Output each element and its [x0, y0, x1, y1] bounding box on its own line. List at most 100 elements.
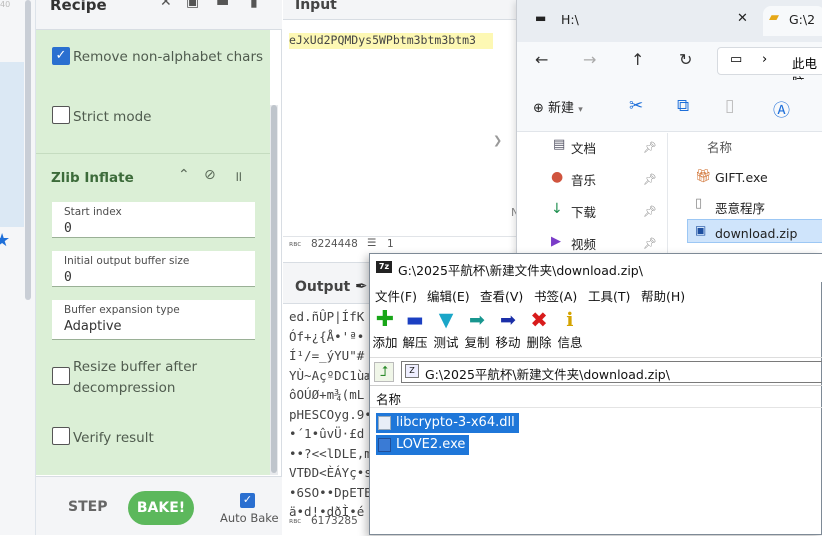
7zip-row-love2[interactable]: LOVE2.exe: [376, 435, 470, 455]
info-button[interactable]: ℹ 信息: [555, 308, 585, 351]
7zip-path-input[interactable]: Z G:\2025平航杯\新建文件夹\download.zip\: [401, 361, 822, 383]
move-button[interactable]: ➡ 移动: [493, 308, 523, 351]
extract-button[interactable]: ▬ 解压: [400, 308, 430, 351]
7zip-path-text: G:\2025平航杯\新建文件夹\download.zip\: [425, 367, 670, 382]
corner-number: 40: [0, 0, 11, 9]
7zip-path-bar: ⮥ Z G:\2025平航杯\新建文件夹\download.zip\: [370, 357, 822, 385]
close-icon[interactable]: ✕: [737, 11, 748, 26]
scrollbar[interactable]: [25, 0, 31, 300]
background-app-strip: 40 ★: [0, 0, 36, 535]
initial-buffer-field[interactable]: Initial output buffer size 0: [52, 251, 255, 287]
copy-icon[interactable]: ⧉: [677, 96, 689, 116]
length-icon: ʀʙᴄ: [289, 240, 302, 248]
explorer-address-bar[interactable]: ▭ › 此电脑: [717, 47, 822, 90]
music-icon: ●: [551, 169, 564, 185]
up-folder-icon[interactable]: ⮥: [374, 362, 394, 382]
buffer-expansion-value[interactable]: Adaptive: [64, 319, 122, 334]
paste-icon[interactable]: ▯: [725, 96, 734, 116]
recipe-scrollbar[interactable]: [270, 105, 278, 475]
recipe-scroll-thumb[interactable]: [271, 105, 277, 473]
nav-item-music[interactable]: 音乐: [571, 170, 596, 189]
cut-icon[interactable]: ✂: [629, 96, 643, 116]
input-lines: 1: [387, 238, 394, 250]
7zip-menu-bar: 文件(F) 编辑(E) 查看(V) 书签(A) 工具(T) 帮助(H): [370, 282, 822, 306]
disable-icon[interactable]: ⊘: [204, 167, 216, 183]
strict-mode-checkbox[interactable]: [52, 106, 70, 124]
strict-mode-label: Strict mode: [73, 109, 152, 125]
menu-file[interactable]: 文件(F): [375, 286, 417, 305]
recipe-panel: Recipe ✕ ▣ ▬ ▮ ✓ Remove non-alphabet cha…: [36, 0, 282, 535]
pane-divider[interactable]: [667, 133, 668, 258]
menu-help[interactable]: 帮助(H): [641, 286, 685, 305]
7zip-toolbar: ✚ 添加 ▬ 解压 ▼ 测试 ➡ 复制 ➡ 移动 ✖ 删除 ℹ 信息: [370, 308, 822, 356]
refresh-icon[interactable]: ↻: [679, 50, 692, 69]
back-arrow-icon[interactable]: ←: [535, 50, 548, 69]
collapse-icon[interactable]: ⌃: [178, 167, 190, 183]
menu-bookmarks[interactable]: 书签(A): [534, 286, 577, 305]
chevron-right-icon: ›: [762, 52, 768, 67]
bake-button[interactable]: BAKE!: [128, 491, 194, 525]
load-recipe-icon[interactable]: ▬: [216, 0, 229, 10]
pause-icon[interactable]: ॥: [234, 167, 242, 186]
menu-tools[interactable]: 工具(T): [588, 286, 630, 305]
nav-item-downloads[interactable]: 下载: [571, 202, 596, 221]
recipe-header: Recipe ✕ ▣ ▬ ▮: [36, 0, 282, 30]
monitor-icon: ▭: [730, 52, 743, 67]
remove-non-alpha-checkbox[interactable]: ✓: [52, 47, 70, 65]
output-line: •6SO••DpETB•: [289, 484, 374, 500]
pin-icon[interactable]: 📌︎: [643, 141, 657, 154]
copy-button[interactable]: ➡ 复制: [462, 308, 492, 351]
start-index-field[interactable]: Start index 0: [52, 202, 255, 238]
add-label: 添加: [372, 335, 398, 350]
auto-bake-checkbox[interactable]: ✓: [240, 493, 255, 508]
file-download-zip[interactable]: download.zip: [715, 226, 797, 241]
gift-exe-icon: 🎁︎: [695, 169, 712, 184]
up-arrow-icon[interactable]: ↑: [631, 50, 644, 69]
nav-item-documents[interactable]: 文档: [571, 138, 596, 157]
new-button[interactable]: ⊕ 新建 ▾: [533, 97, 583, 116]
pin-icon[interactable]: 📌︎: [643, 205, 657, 218]
output-line: VTÐD<ÈÁYç•s: [289, 465, 372, 480]
pin-icon[interactable]: 📌︎: [643, 237, 657, 250]
tab-h-drive[interactable]: ▬ H:\ ✕: [525, 6, 759, 36]
delete-button[interactable]: ✖ 删除: [524, 308, 554, 351]
documents-icon: ▤: [553, 137, 566, 152]
tab-g-drive[interactable]: ▰ G:\2: [763, 6, 822, 36]
7zip-row-libcrypto[interactable]: libcrypto-3-x64.dll: [376, 413, 519, 433]
star-icon[interactable]: ★: [0, 230, 10, 251]
chevron-right-icon[interactable]: ❯: [493, 134, 502, 147]
menu-view[interactable]: 查看(V): [480, 286, 523, 305]
forward-arrow-icon[interactable]: →: [583, 50, 596, 69]
7zip-title-bar[interactable]: 7z G:\2025平航杯\新建文件夹\download.zip\: [370, 254, 822, 282]
verify-result-checkbox[interactable]: [52, 427, 70, 445]
add-button[interactable]: ✚ 添加: [370, 308, 400, 351]
resize-buffer-label-1: Resize buffer after: [73, 359, 198, 375]
copy-arrow-icon: ➡: [469, 309, 485, 331]
menu-edit[interactable]: 编辑(E): [427, 286, 470, 305]
rename-icon[interactable]: Ⓐ: [773, 96, 790, 121]
resize-buffer-checkbox[interactable]: [52, 367, 70, 385]
buffer-expansion-select[interactable]: Buffer expansion type Adaptive: [52, 300, 255, 340]
explorer-file-list: 名称 🎁︎ GIFT.exe ▯ 恶意程序 ▣ download.zip: [677, 133, 822, 258]
step-button[interactable]: STEP: [68, 499, 107, 515]
delete-recipe-icon[interactable]: ▮: [250, 0, 258, 10]
clear-recipe-icon[interactable]: ✕: [160, 0, 172, 10]
zip-icon: Z: [405, 364, 419, 378]
initial-buffer-value[interactable]: 0: [64, 270, 72, 285]
start-index-value[interactable]: 0: [64, 221, 72, 236]
output-line: ôOÚØ+m¾(mL: [289, 387, 365, 402]
input-textarea[interactable]: eJxUd2PQMDys5WPbtm3btm3btm3: [289, 33, 493, 49]
file-gift-exe[interactable]: GIFT.exe: [715, 170, 768, 185]
pin-icon[interactable]: 📌︎: [643, 173, 657, 186]
test-button[interactable]: ▼ 测试: [431, 308, 461, 351]
save-recipe-icon[interactable]: ▣: [186, 0, 199, 10]
magic-wand-icon[interactable]: ✒: [355, 277, 368, 295]
column-header-name[interactable]: 名称: [707, 137, 732, 156]
nav-item-videos[interactable]: 视频: [571, 234, 596, 253]
output-textarea[interactable]: ed.ñÛP|ÍfK Óf+¿{Å•'ª• Í¹/=_ýYU"# YÙ~AçºD…: [289, 307, 374, 522]
file-malware[interactable]: 恶意程序: [715, 198, 765, 217]
column-header-name[interactable]: 名称: [376, 389, 401, 408]
input-header: Input: [283, 0, 518, 20]
input-title: Input: [295, 0, 337, 13]
start-index-label: Start index: [64, 206, 122, 218]
